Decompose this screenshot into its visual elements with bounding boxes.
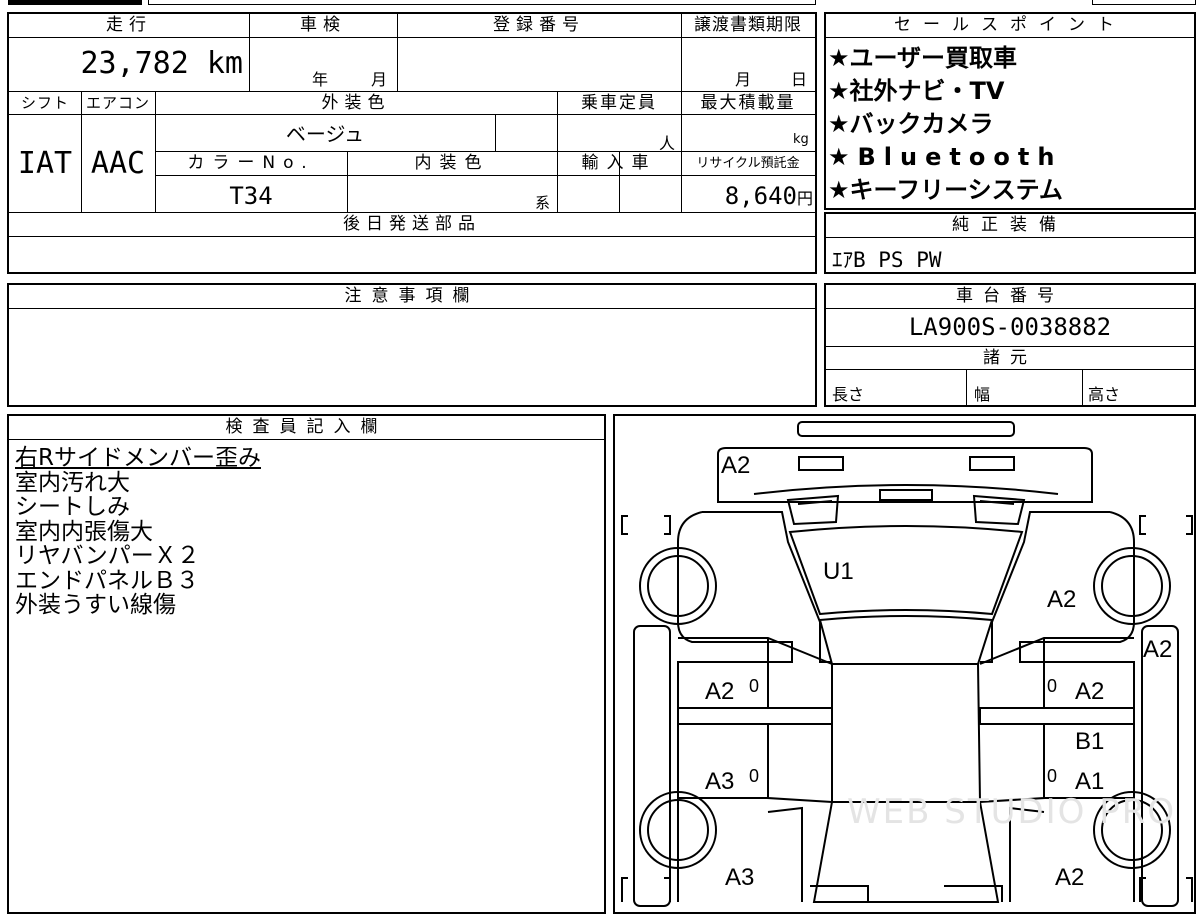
mark-right-pillar: B1	[1075, 728, 1105, 755]
later-parts-header: 後日発送部品	[343, 214, 481, 234]
recycle-value: 8,640円	[724, 182, 813, 210]
mileage-value: 23,782 km	[80, 46, 243, 81]
genuine-equipment-header: 純正装備	[952, 215, 1068, 235]
sales-point-header: セールスポイント	[894, 15, 1126, 35]
max-load-unit: kg	[793, 132, 809, 147]
mark-right-rear-door-zero: 0	[1047, 766, 1058, 786]
sales-item: ★Bluetooth	[828, 143, 1063, 171]
color-no-value: T34	[229, 182, 273, 210]
ac-value: AAC	[90, 146, 146, 181]
deadline-header: 譲渡書類期限	[694, 15, 802, 35]
capacity-unit: 人	[659, 134, 676, 153]
mark-right-rear-quarter: A2	[1055, 864, 1085, 891]
import-header: 輸入車	[581, 153, 657, 173]
ext-color-value: ベージュ	[285, 122, 365, 146]
notes-header: 注意事項欄	[344, 286, 480, 306]
shaken-year-label: 年	[312, 70, 329, 89]
inspector-notes-list: 右Rサイドメンバー歪み 室内汚れ大 シートしみ 室内内張傷大 リヤバンパーＸ２ …	[15, 446, 261, 618]
max-load-header: 最大積載量	[700, 93, 796, 113]
inspector-note: 外装うすい線傷	[15, 592, 176, 618]
inspector-note: 右Rサイドメンバー歪み	[15, 445, 261, 471]
sales-item: ★バックカメラ	[828, 110, 994, 138]
shift-header: シフト	[20, 94, 69, 112]
registration-header: 登録番号	[493, 15, 585, 35]
car-damage-diagram: WEB STUDIO PRO A2 U1 A2 A2 A2 0 0 A2 B1 …	[613, 414, 1196, 914]
recycle-header: リサイクル預託金	[696, 156, 800, 171]
sales-point-list: ★ユーザー買取車 ★社外ナビ・TV ★バックカメラ ★Bluetooth ★キー…	[828, 42, 1063, 207]
inspector-note: 室内汚れ大	[15, 469, 130, 496]
shaken-header: 車検	[300, 15, 346, 35]
sales-point-box: セールスポイント ★ユーザー買取車 ★社外ナビ・TV ★バックカメラ ★Blue…	[824, 12, 1196, 210]
mark-front-bumper: A2	[721, 452, 751, 479]
inspector-note: リヤバンパーＸ２	[15, 543, 200, 569]
spec-height-label: 高さ	[1088, 385, 1121, 404]
car-outline-svg	[621, 421, 1193, 907]
mark-left-rear-door: A3	[705, 768, 735, 795]
mark-right-rear-door: A1	[1075, 768, 1105, 795]
inspector-box: 検査員記入欄 右Rサイドメンバー歪み 室内汚れ大 シートしみ 室内内張傷大 リヤ…	[7, 414, 606, 914]
spec-width-label: 幅	[974, 385, 991, 404]
deadline-month-label: 月	[735, 70, 752, 89]
mark-left-rear-door-zero: 0	[749, 766, 760, 786]
chassis-number-value: LA900S-0038882	[908, 313, 1112, 341]
top-black-tab	[8, 0, 142, 5]
inspector-note: 室内内張傷大	[15, 518, 153, 545]
mark-left-front-door: A2	[705, 678, 735, 705]
chassis-specs-box: 車台番号 LA900S-0038882 諸元 長さ 幅 高さ	[824, 283, 1196, 407]
chassis-number-header: 車台番号	[956, 286, 1064, 306]
top-strip-right	[1092, 0, 1196, 5]
capacity-header: 乗車定員	[581, 93, 657, 113]
ext-color-header: 外装色	[321, 93, 391, 113]
genuine-equipment-box: 純正装備 ｴｱB PS PW	[824, 212, 1196, 274]
genuine-equipment-value: ｴｱB PS PW	[832, 248, 942, 272]
ac-header: エアコン	[85, 94, 150, 112]
int-color-suffix: 系	[535, 194, 551, 212]
spec-length-label: 長さ	[832, 385, 865, 404]
inspector-note: シートしみ	[15, 494, 130, 520]
mark-left-front-door-zero: 0	[749, 676, 760, 696]
inspector-header: 検査員記入欄	[225, 417, 388, 437]
sales-item: ★キーフリーシステム	[828, 176, 1063, 204]
mark-right-front-door-zero: 0	[1047, 676, 1058, 696]
specs-header: 諸元	[983, 348, 1037, 368]
shift-value: IAT	[17, 146, 73, 181]
vehicle-info-table: 走行 車検 登録番号 譲渡書類期限 23,782 km 年 月 月 日 シフト …	[7, 12, 817, 274]
mark-hood: U1	[823, 558, 854, 585]
watermark: WEB STUDIO PRO	[847, 792, 1177, 832]
top-strip	[148, 0, 816, 5]
deadline-day-label: 日	[791, 70, 808, 89]
mark-right-edge: A2	[1143, 636, 1173, 663]
notes-box: 注意事項欄	[7, 283, 817, 407]
int-color-header: 内装色	[414, 153, 490, 173]
shaken-month-label: 月	[371, 70, 388, 89]
mark-left-rear-quarter: A3	[725, 864, 755, 891]
sales-item: ★社外ナビ・TV	[828, 77, 1005, 105]
sales-item: ★ユーザー買取車	[828, 44, 1018, 72]
color-no-header: カラーNo.	[187, 153, 315, 173]
mileage-header: 走行	[106, 15, 152, 35]
inspector-note: エンドパネルＢ３	[15, 567, 199, 594]
mark-right-front-fender: A2	[1047, 586, 1077, 613]
mark-right-front-door: A2	[1075, 678, 1105, 705]
